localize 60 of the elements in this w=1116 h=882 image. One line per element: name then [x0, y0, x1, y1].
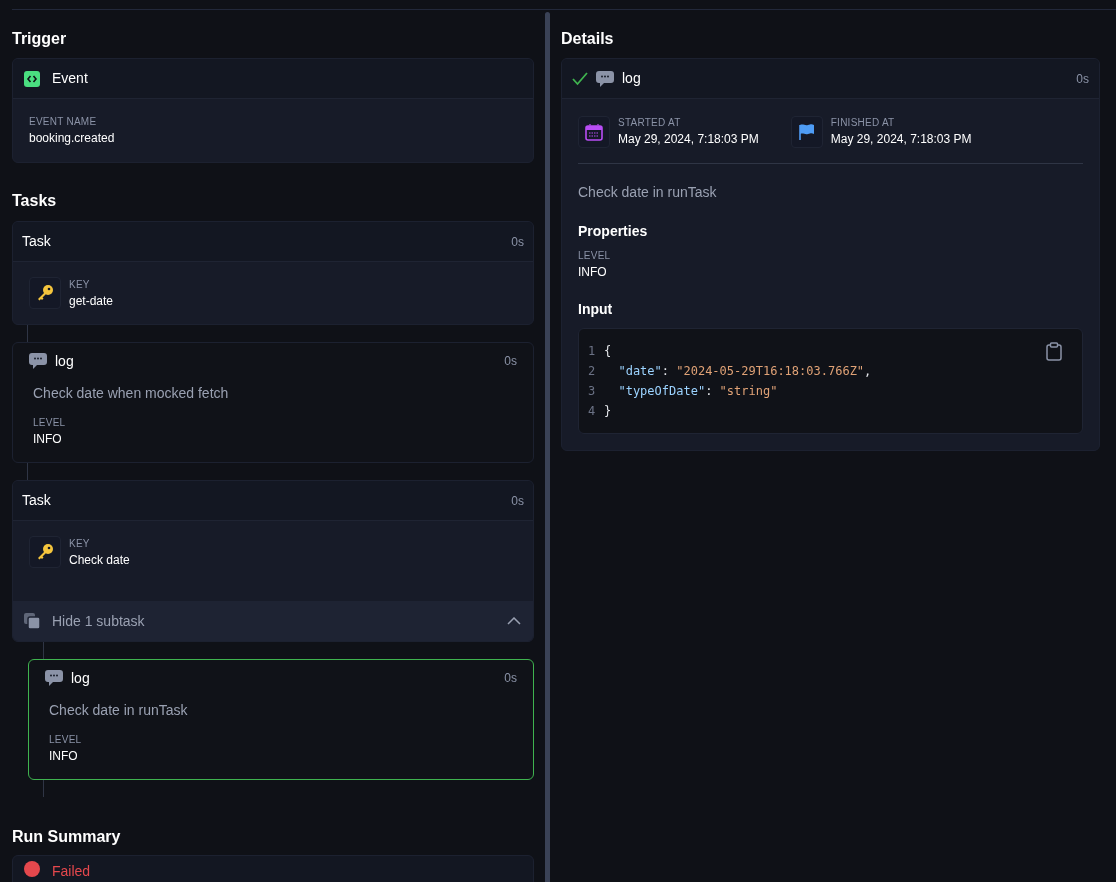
chat-bubble-icon	[29, 353, 47, 369]
status-text: Failed	[52, 862, 91, 881]
key-icon	[29, 536, 61, 568]
field-label: KEY	[69, 537, 91, 551]
chat-bubble-icon	[596, 70, 614, 87]
stack-icon	[24, 613, 40, 629]
line-number: 4	[588, 403, 597, 420]
log-title: log	[55, 352, 74, 370]
log-message: Check date in runTask	[578, 183, 718, 202]
field-label: LEVEL	[33, 416, 67, 430]
error-icon	[24, 861, 40, 877]
log-message: Check date in runTask	[49, 702, 189, 719]
duration: 0s	[511, 492, 524, 510]
field-value: INFO	[49, 748, 79, 765]
code-line: {	[604, 343, 612, 360]
code-line: "date": "2024-05-29T16:18:03.766Z",	[617, 363, 872, 380]
line-number: 2	[588, 363, 597, 380]
section-heading: Details	[561, 29, 615, 49]
field-value: INFO	[33, 431, 63, 448]
field-value: Check date	[69, 552, 130, 568]
task-title: Task	[22, 232, 51, 251]
duration: 0s	[504, 352, 517, 370]
field-label: LEVEL	[578, 249, 612, 263]
field-value: get-date	[69, 293, 114, 309]
duration: 0s	[1076, 70, 1089, 88]
clipboard-icon[interactable]	[1046, 342, 1062, 361]
flag-icon	[790, 115, 823, 148]
code-line: }	[604, 403, 612, 420]
chat-bubble-icon	[45, 670, 63, 686]
section-heading: Tasks	[12, 191, 58, 211]
section-heading: Trigger	[12, 29, 68, 49]
details-title: log	[622, 69, 641, 88]
task-title: Task	[22, 491, 51, 510]
duration: 0s	[511, 233, 524, 251]
field-label: EVENT NAME	[29, 115, 98, 129]
log-message: Check date when mocked fetch	[33, 385, 230, 402]
subsection-heading: Input	[578, 300, 614, 319]
code-line: "typeOfDate": "string"	[617, 383, 778, 400]
field-label: KEY	[69, 278, 91, 292]
subsection-heading: Properties	[578, 222, 649, 241]
event-title: Event	[52, 69, 88, 88]
line-number: 3	[588, 383, 597, 400]
field-value: booking.created	[29, 130, 116, 147]
log-card[interactable]: log 0s Check date in runTask LEVEL INFO	[28, 659, 534, 780]
line-number: 1	[588, 343, 597, 360]
duration: 0s	[504, 669, 517, 687]
section-heading: Run Summary	[12, 827, 122, 847]
chevron-up-icon	[507, 617, 521, 625]
field-label: FINISHED AT	[830, 116, 896, 130]
field-value: May 29, 2024, 7:18:03 PM	[618, 131, 759, 148]
field-label: STARTED AT	[618, 116, 682, 130]
key-icon	[29, 277, 61, 309]
log-card[interactable]: log 0s Check date when mocked fetch LEVEL INFO	[12, 342, 534, 463]
field-label: LEVEL	[49, 733, 83, 747]
log-title: log	[71, 669, 90, 687]
field-value: May 29, 2024, 7:18:03 PM	[830, 131, 972, 148]
calendar-icon	[578, 115, 610, 148]
code-icon	[24, 70, 40, 87]
subtask-toggle[interactable]: Hide 1 subtask	[13, 601, 533, 641]
field-value: INFO	[578, 264, 608, 281]
